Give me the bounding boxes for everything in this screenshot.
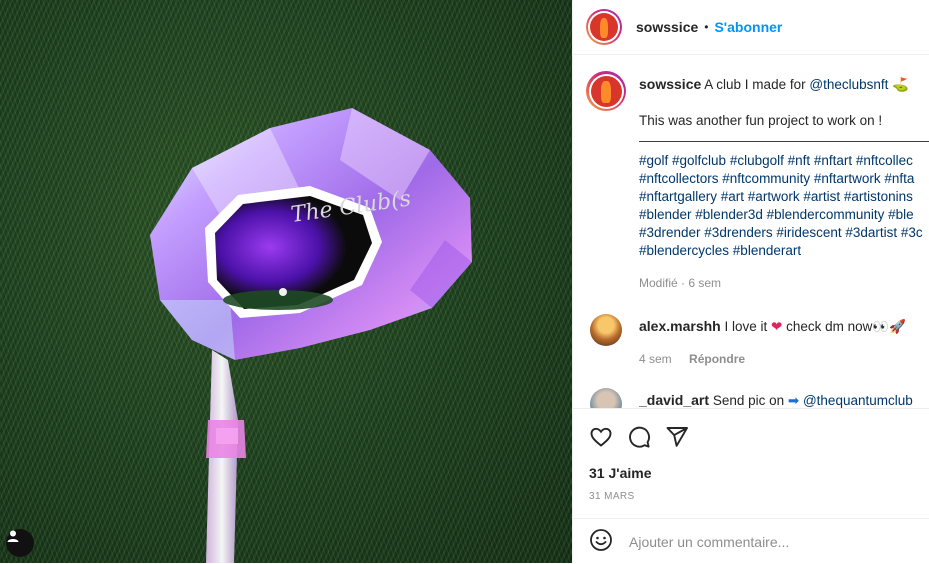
reply-button[interactable]: Répondre [689, 352, 745, 366]
golf-flag-icon: ⛳ [892, 77, 909, 92]
comment-age: 4 sem [639, 352, 672, 366]
comment-username[interactable]: _david_art [639, 392, 709, 408]
post-date: 31 MARS [589, 491, 635, 502]
smiley-icon[interactable] [589, 528, 613, 555]
hashtag-line[interactable]: #3drender #3drenders #iridescent #3darti… [639, 224, 929, 242]
add-comment-bar: Ajouter un commentaire... [573, 518, 929, 564]
comment-icon[interactable] [627, 425, 651, 452]
golf-club-render: The Club(s [150, 108, 472, 563]
commenter-avatar[interactable] [590, 314, 622, 346]
caption-username[interactable]: sowssice [639, 76, 701, 92]
arrow-right-icon: ➡ [787, 393, 800, 408]
follow-button[interactable]: S'abonner [714, 19, 782, 35]
commenter-avatar[interactable] [590, 388, 622, 409]
hashtag-line[interactable]: #blendercycles #blenderart [639, 242, 929, 260]
comment-mention[interactable]: @thequantumclub [803, 393, 913, 408]
post-header: sowssice • S'abonner [573, 0, 929, 55]
comment: _david_art Send pic on ➡ @thequantumclub [586, 388, 929, 409]
post-image[interactable]: The Club(s [0, 0, 572, 563]
hashtag-line[interactable]: #golf #golfclub #clubgolf #nft #nftart #… [639, 152, 929, 170]
tagged-users-button[interactable] [6, 529, 34, 557]
caption-mention[interactable]: @theclubsnft [809, 77, 888, 92]
hashtag-line[interactable]: #blender #blender3d #blendercommunity #b… [639, 206, 929, 224]
avatar[interactable] [586, 9, 622, 45]
post-actions: 31 J'aime 31 MARS [573, 408, 929, 519]
person-icon [7, 530, 19, 542]
share-icon[interactable] [665, 425, 689, 452]
hashtag-line[interactable]: #nftcollectors #nftcommunity #nftartwork… [639, 170, 929, 188]
caption-meta: Modifié · 6 sem [639, 276, 722, 290]
comment-text: I love it [724, 319, 768, 334]
comment-input[interactable]: Ajouter un commentaire... [629, 534, 789, 550]
caption-divider: ________________________________________… [639, 127, 929, 142]
comment: alex.marshh I love it ❤ check dm now👀🚀 4… [586, 314, 929, 368]
caption: sowssice A club I made for @theclubsnft … [586, 71, 929, 292]
comment-username[interactable]: alex.marshh [639, 318, 721, 334]
likes-count[interactable]: 31 J'aime [589, 465, 652, 481]
comment-text-after: check dm now👀🚀 [786, 319, 907, 334]
heart-icon[interactable] [589, 425, 613, 452]
comment-text: Send pic on [712, 393, 785, 408]
comments-list[interactable]: sowssice A club I made for @theclubsnft … [573, 55, 929, 409]
post-panel: sowssice • S'abonner sowssice A club I m… [572, 0, 929, 563]
separator-dot: • [704, 20, 709, 34]
hashtag-line[interactable]: #nftartgallery #art #artwork #artist #ar… [639, 188, 929, 206]
caption-avatar[interactable] [586, 71, 626, 111]
caption-text: A club I made for [704, 77, 806, 92]
heart-emoji-icon: ❤ [771, 319, 783, 334]
header-username[interactable]: sowssice [636, 19, 698, 35]
